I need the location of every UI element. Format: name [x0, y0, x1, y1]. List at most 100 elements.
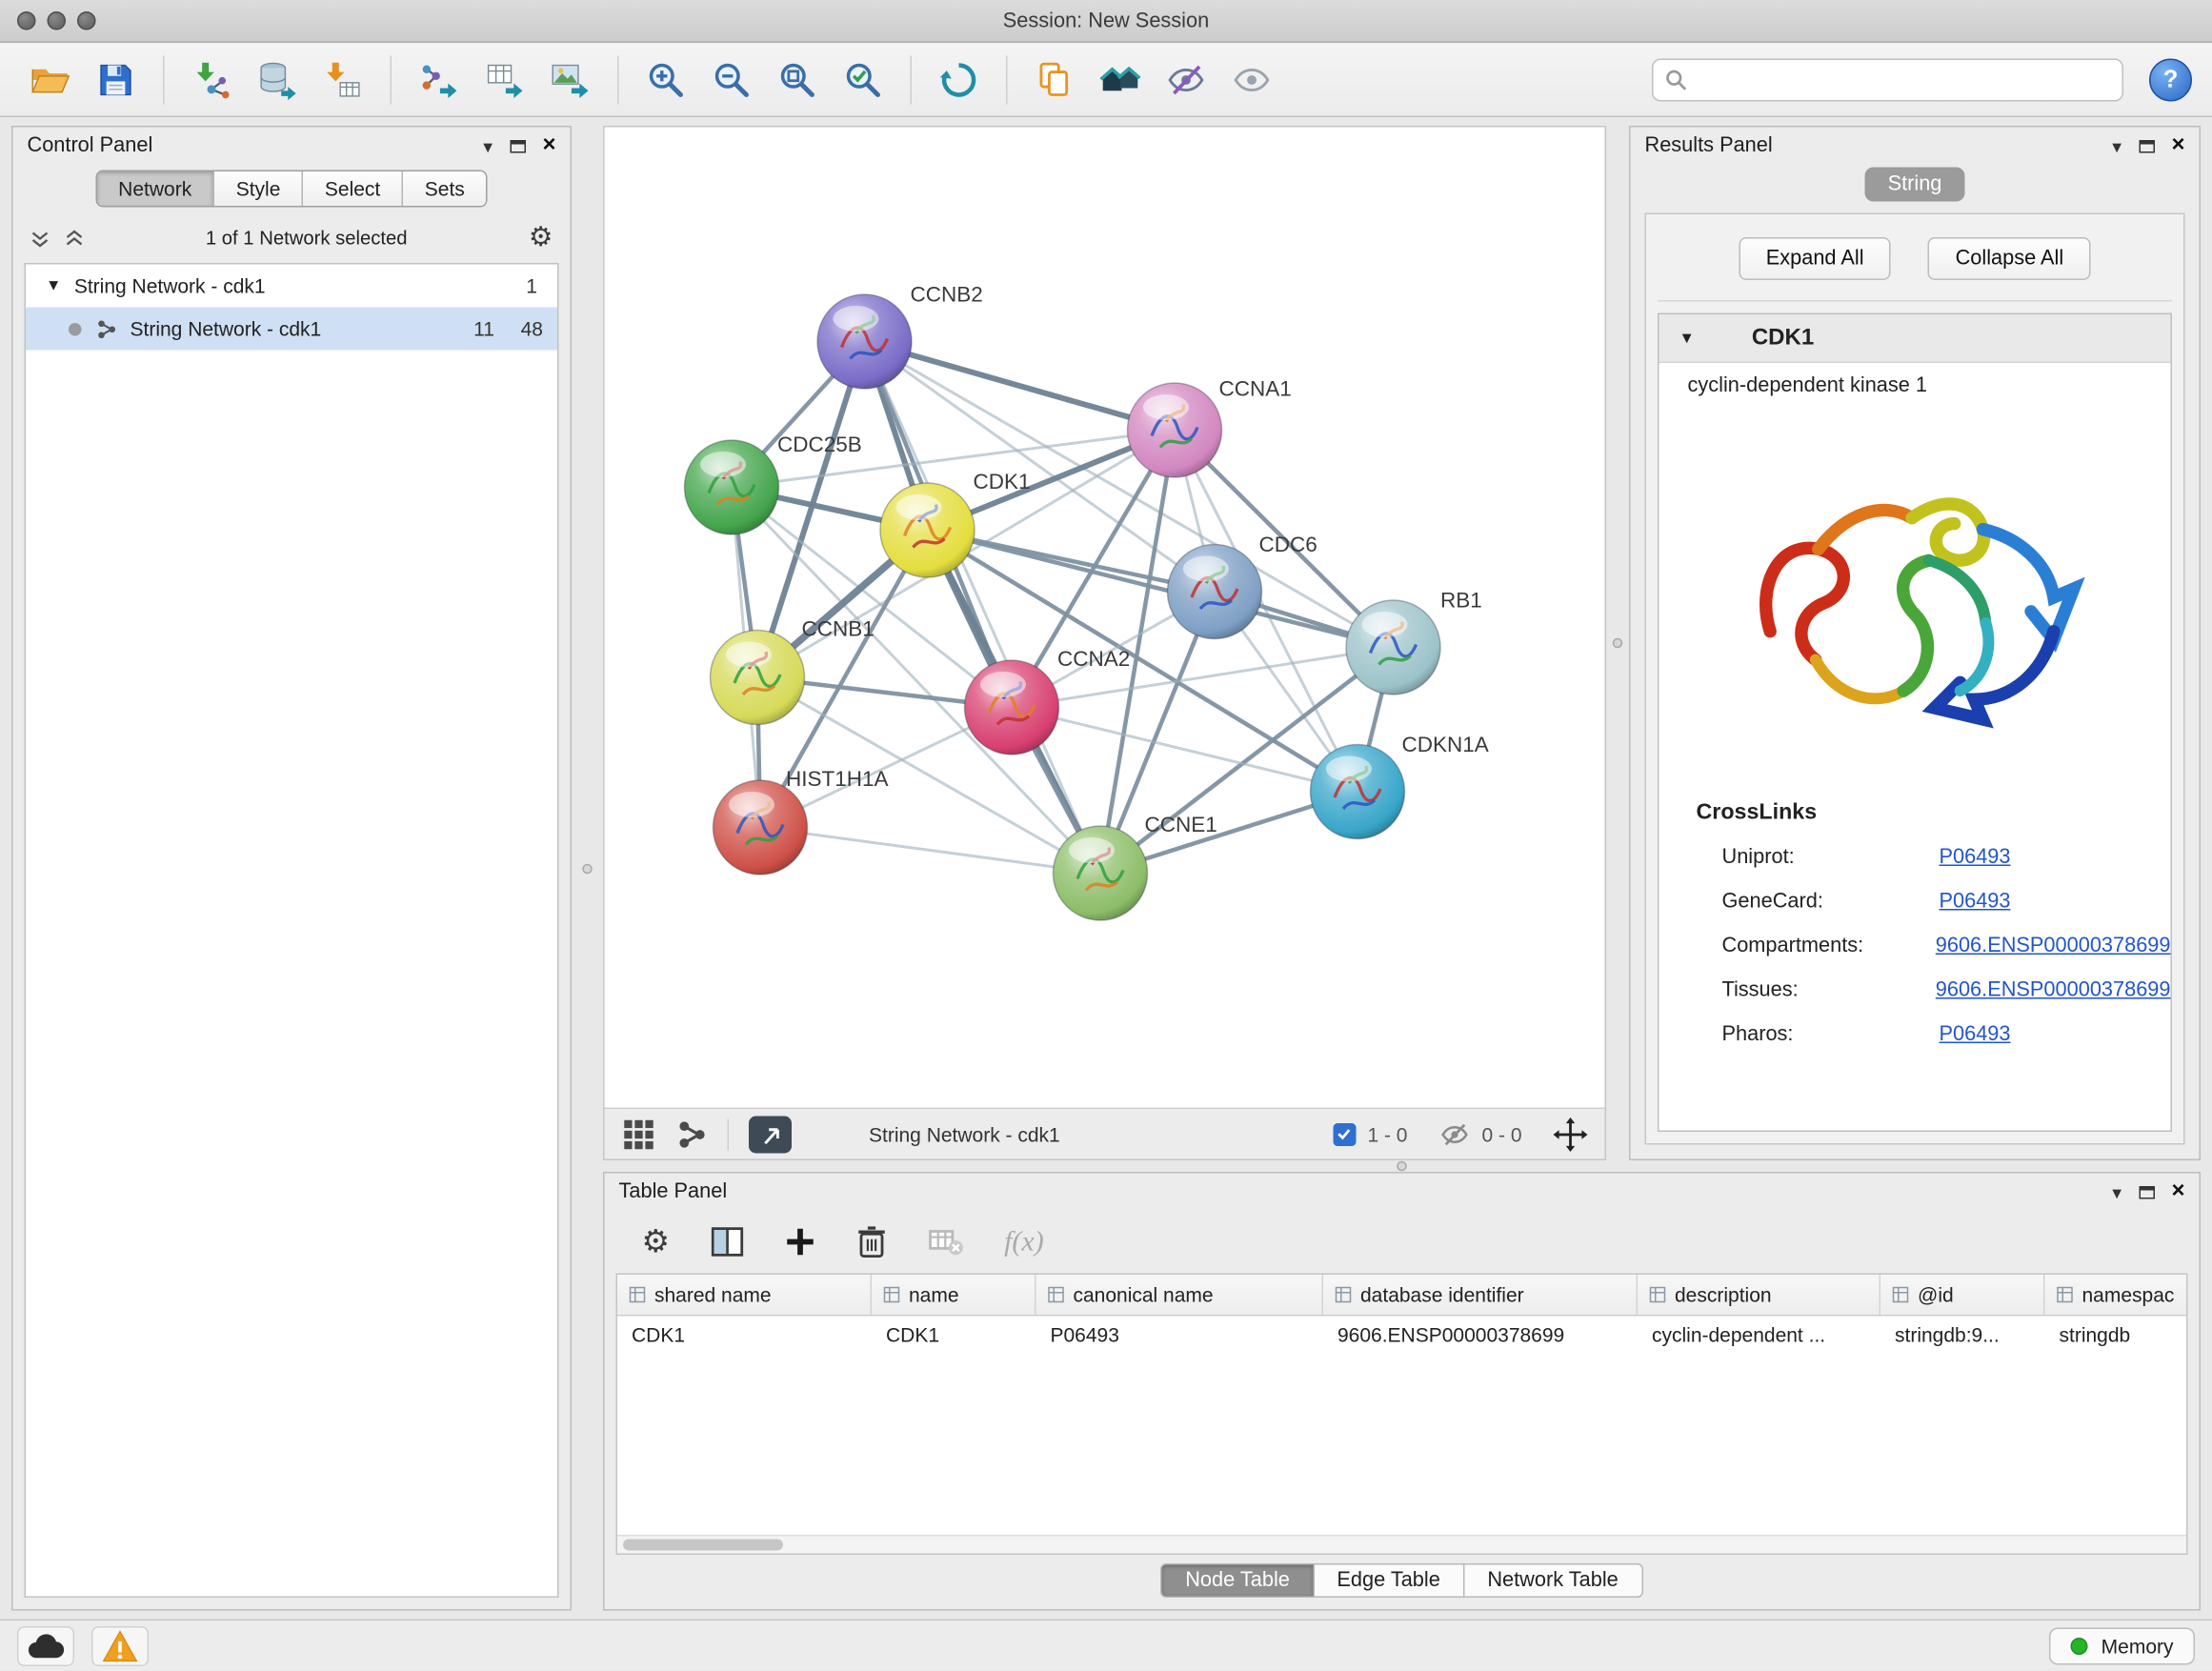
- node-CCNB1[interactable]: [711, 631, 805, 725]
- column-header-database-identifier[interactable]: database identifier: [1323, 1275, 1638, 1315]
- apply-layout-button[interactable]: [929, 50, 989, 110]
- collapse-all-button[interactable]: Collapse All: [1928, 237, 2091, 280]
- window-minimize-button[interactable]: [48, 11, 67, 30]
- tab-string[interactable]: String: [1865, 168, 1965, 202]
- table-cell[interactable]: CDK1: [872, 1317, 1036, 1354]
- edge-CCNB2-CCNE1[interactable]: [865, 342, 1101, 874]
- table-cell[interactable]: CDK1: [617, 1317, 872, 1354]
- memory-button[interactable]: Memory: [2050, 1627, 2195, 1664]
- table-cell[interactable]: stringdb:9...: [1880, 1317, 2045, 1354]
- panel-menu-caret-icon[interactable]: ▾: [2112, 1182, 2122, 1201]
- tree-caret-icon[interactable]: ▼: [46, 277, 61, 294]
- zoom-in-button[interactable]: [636, 50, 696, 110]
- open-session-button[interactable]: [20, 50, 80, 110]
- warnings-button[interactable]: [91, 1626, 149, 1666]
- edge-CCNB2-CCNA1[interactable]: [865, 342, 1176, 431]
- tab-node-table[interactable]: Node Table: [1161, 1564, 1315, 1599]
- export-table-button[interactable]: [474, 50, 534, 110]
- expand-all-button[interactable]: Expand All: [1739, 237, 1891, 280]
- node-HIST1H1A[interactable]: [714, 780, 808, 875]
- panel-float-button[interactable]: [2139, 1185, 2155, 1198]
- column-header-canonical-name[interactable]: canonical name: [1036, 1275, 1324, 1315]
- gear-icon[interactable]: ⚙: [529, 225, 553, 252]
- collapse-all-icon[interactable]: [30, 228, 50, 248]
- import-table-file-button[interactable]: [313, 50, 373, 110]
- node-CCNE1[interactable]: [1054, 826, 1148, 920]
- table-cell[interactable]: stringdb: [2045, 1317, 2187, 1354]
- hide-unhide-button[interactable]: [1156, 50, 1217, 110]
- node-CDKN1A[interactable]: [1311, 745, 1405, 839]
- table-cell[interactable]: cyclin-dependent ...: [1638, 1317, 1880, 1354]
- panel-float-button[interactable]: [510, 139, 526, 152]
- panel-close-button[interactable]: ×: [2171, 1180, 2184, 1203]
- hidden-eye-icon[interactable]: [1438, 1118, 1470, 1150]
- scrollbar-thumb[interactable]: [623, 1540, 783, 1551]
- entry-header[interactable]: ▼ CDK1: [1659, 314, 2171, 363]
- column-header-shared-name[interactable]: shared name: [617, 1275, 872, 1315]
- table-cell[interactable]: P06493: [1036, 1317, 1324, 1354]
- open-in-window-button[interactable]: [749, 1116, 792, 1153]
- table-horizontal-scrollbar[interactable]: [617, 1536, 2186, 1555]
- network-graph[interactable]: CCNB2CCNA1CDC25BCDK1CDC6RB1CCNB1CCNA2CDK…: [605, 128, 1605, 1108]
- share-network-icon[interactable]: [676, 1118, 708, 1150]
- edge-HIST1H1A-CCNE1[interactable]: [760, 828, 1100, 874]
- column-header--id[interactable]: @id: [1880, 1275, 2045, 1315]
- node-CCNB2[interactable]: [817, 294, 912, 389]
- node-CCNA1[interactable]: [1128, 383, 1222, 477]
- import-network-file-button[interactable]: [182, 50, 242, 110]
- search-input[interactable]: [1697, 68, 2111, 91]
- tab-network-table[interactable]: Network Table: [1463, 1564, 1642, 1599]
- window-close-button[interactable]: [17, 11, 36, 30]
- vertical-splitter[interactable]: [572, 126, 603, 1611]
- show-button[interactable]: [1222, 50, 1282, 110]
- pan-move-icon[interactable]: [1554, 1117, 1588, 1151]
- expand-all-icon[interactable]: [65, 228, 85, 248]
- birdseye-grid-icon[interactable]: [622, 1117, 656, 1151]
- export-image-button[interactable]: [540, 50, 600, 110]
- zoom-out-button[interactable]: [702, 50, 762, 110]
- table-settings-gear-icon[interactable]: ⚙: [642, 1226, 671, 1258]
- cloud-button[interactable]: [17, 1626, 74, 1666]
- zoom-fit-button[interactable]: [768, 50, 828, 110]
- tab-network[interactable]: Network: [97, 171, 213, 206]
- network-collection-row[interactable]: ▼ String Network - cdk1 1: [26, 265, 557, 308]
- selected-indicator-checkbox[interactable]: [1333, 1122, 1356, 1145]
- home-button[interactable]: [1091, 50, 1151, 110]
- node-CDK1[interactable]: [880, 483, 975, 577]
- documents-button[interactable]: [1025, 50, 1085, 110]
- column-header-description[interactable]: description: [1638, 1275, 1880, 1315]
- tab-style[interactable]: Style: [213, 171, 302, 206]
- window-zoom-button[interactable]: [77, 11, 96, 30]
- zoom-selected-button[interactable]: [834, 50, 894, 110]
- import-network-database-button[interactable]: [248, 50, 308, 110]
- add-column-plus-icon[interactable]: [784, 1226, 815, 1258]
- tab-edge-table[interactable]: Edge Table: [1313, 1564, 1464, 1599]
- column-header-namespac[interactable]: namespac: [2045, 1275, 2188, 1315]
- edge-CDK1-RB1[interactable]: [928, 531, 1394, 648]
- table-row[interactable]: CDK1CDK1P064939606.ENSP00000378699cyclin…: [617, 1317, 2186, 1354]
- tab-select[interactable]: Select: [302, 171, 402, 206]
- help-button[interactable]: ?: [2149, 58, 2192, 101]
- crosslink-value-link[interactable]: 9606.ENSP00000378699: [1936, 934, 2171, 956]
- panel-close-button[interactable]: ×: [542, 134, 555, 157]
- panel-menu-caret-icon[interactable]: ▾: [2112, 136, 2122, 155]
- export-network-button[interactable]: [409, 50, 469, 110]
- panel-close-button[interactable]: ×: [2171, 134, 2184, 157]
- panel-menu-caret-icon[interactable]: ▾: [483, 136, 493, 155]
- results-splitter[interactable]: [1606, 126, 1629, 1160]
- node-RB1[interactable]: [1346, 600, 1440, 695]
- panel-float-button[interactable]: [2139, 139, 2155, 152]
- search-box[interactable]: [1652, 58, 2123, 101]
- crosslink-value-link[interactable]: 9606.ENSP00000378699: [1936, 978, 2171, 1001]
- table-cell[interactable]: 9606.ENSP00000378699: [1323, 1317, 1638, 1354]
- show-columns-icon[interactable]: [710, 1225, 744, 1259]
- network-canvas[interactable]: CCNB2CCNA1CDC25BCDK1CDC6RB1CCNB1CCNA2CDK…: [605, 128, 1605, 1108]
- column-header-name[interactable]: name: [872, 1275, 1036, 1315]
- entry-caret-icon[interactable]: ▼: [1679, 330, 1695, 347]
- node-CDC25B[interactable]: [685, 440, 779, 534]
- network-row-selected[interactable]: String Network - cdk1 11 48: [26, 308, 557, 351]
- save-session-button[interactable]: [86, 50, 146, 110]
- node-CDC6[interactable]: [1168, 545, 1262, 639]
- crosslink-value-link[interactable]: P06493: [1940, 845, 2011, 868]
- node-CCNA2[interactable]: [965, 660, 1059, 755]
